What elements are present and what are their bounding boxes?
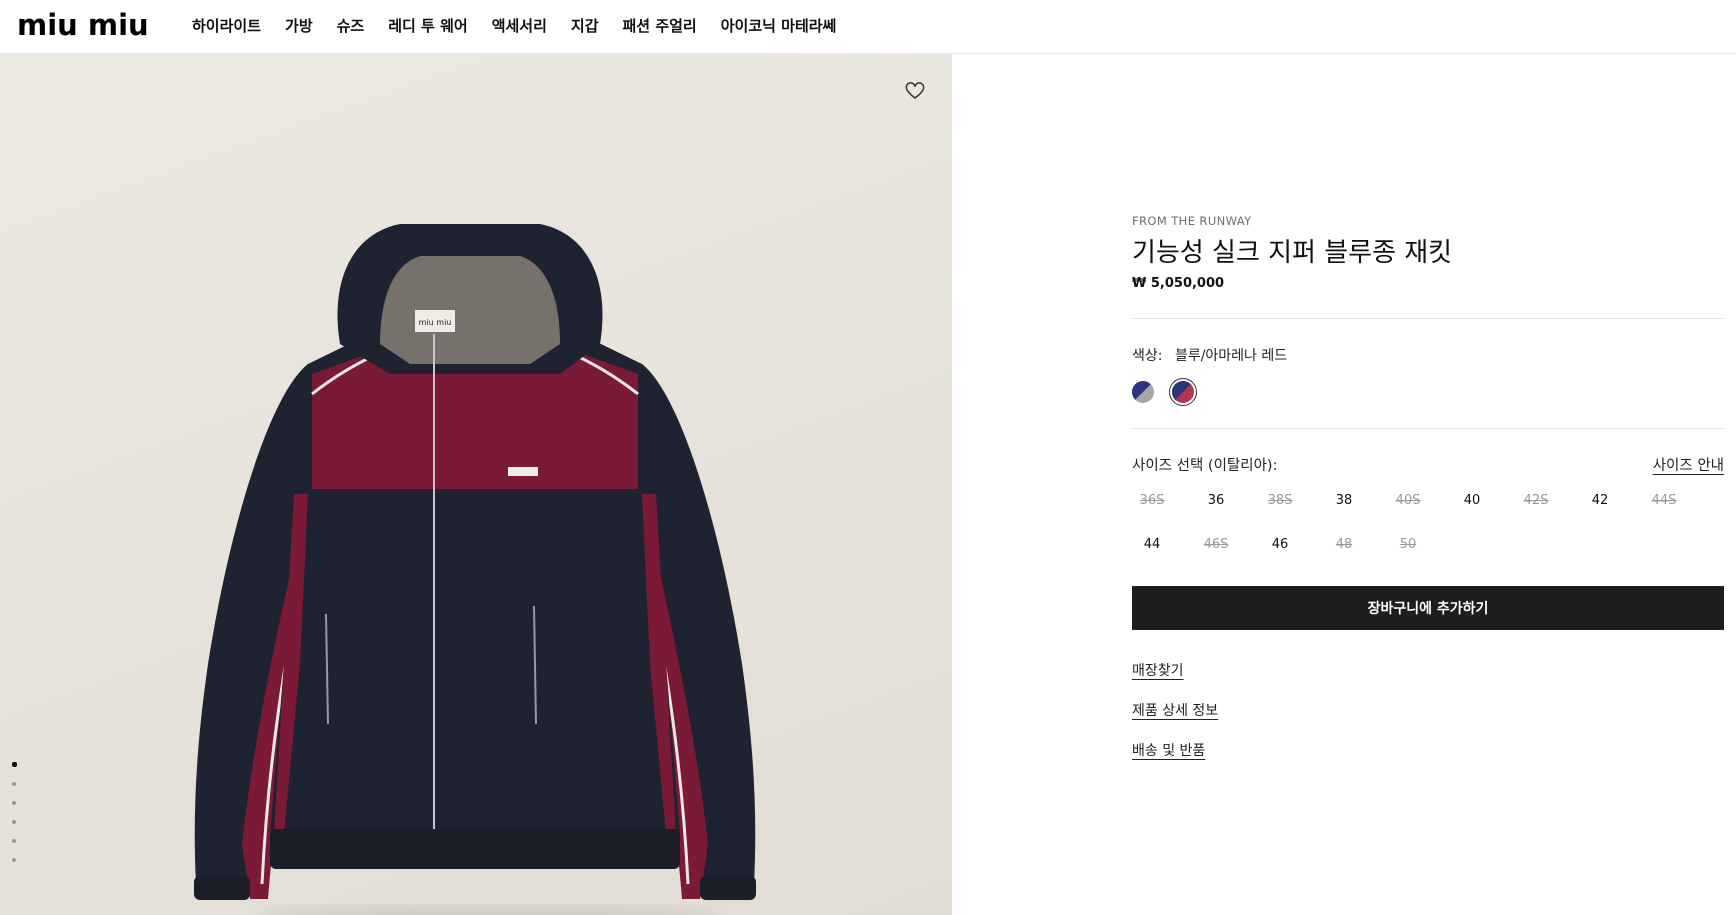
gallery-dot[interactable] xyxy=(12,801,16,805)
product-gallery[interactable]: miu miu xyxy=(0,54,952,915)
gallery-dot[interactable] xyxy=(12,782,16,786)
nav-item-accessories[interactable]: 액세서리 xyxy=(492,16,547,36)
swatch-blue-grey[interactable] xyxy=(1132,381,1154,403)
size-option-44[interactable]: 44 xyxy=(1132,536,1172,554)
gallery-dot[interactable] xyxy=(12,762,17,767)
size-option-36s[interactable]: 36S xyxy=(1132,492,1172,510)
gallery-pagination xyxy=(12,762,17,862)
size-option-48[interactable]: 48 xyxy=(1324,536,1364,554)
nav-item-wallets[interactable]: 지갑 xyxy=(571,16,599,36)
size-option-42[interactable]: 42 xyxy=(1580,492,1620,510)
nav-item-fashion-jewelry[interactable]: 패션 주얼리 xyxy=(623,16,697,36)
size-option-42s[interactable]: 42S xyxy=(1516,492,1556,510)
color-label: 색상: xyxy=(1132,348,1163,364)
site-header: miu miu 하이라이트 가방 슈즈 레디 투 웨어 액세서리 지갑 패션 주… xyxy=(0,0,1736,54)
gallery-dot[interactable] xyxy=(12,820,16,824)
add-to-cart-button[interactable]: 장바구니에 추가하기 xyxy=(1132,586,1724,630)
size-select-label: 사이즈 선택 (이탈리아): xyxy=(1132,458,1278,474)
size-option-38s[interactable]: 38S xyxy=(1260,492,1300,510)
swatch-blue-amarena-red[interactable] xyxy=(1169,378,1197,406)
brand-logo[interactable]: miu miu xyxy=(17,9,149,41)
color-value: 블루/아마레나 레드 xyxy=(1174,348,1288,364)
size-option-36[interactable]: 36 xyxy=(1196,492,1236,510)
product-image: miu miu xyxy=(194,224,756,915)
nav-item-shoes[interactable]: 슈즈 xyxy=(337,16,365,36)
product-details-link[interactable]: 제품 상세 정보 xyxy=(1132,700,1218,720)
size-option-44s[interactable]: 44S xyxy=(1644,492,1684,510)
shipping-returns-link[interactable]: 배송 및 반품 xyxy=(1132,740,1205,760)
gallery-dot[interactable] xyxy=(12,839,16,843)
divider xyxy=(1132,428,1724,429)
product-eyebrow: FROM THE RUNWAY xyxy=(1132,214,1252,228)
store-locator-link[interactable]: 매장찾기 xyxy=(1132,660,1184,680)
color-selection: 색상: 블루/아마레나 레드 xyxy=(1132,345,1287,365)
size-guide-link[interactable]: 사이즈 안내 xyxy=(1653,454,1724,475)
product-title: 기능성 실크 지퍼 블루종 재킷 xyxy=(1132,238,1453,268)
nav-item-highlights[interactable]: 하이라이트 xyxy=(192,16,261,36)
nav-item-iconic-matelasse[interactable]: 아이코닉 마테라쎄 xyxy=(721,16,837,36)
svg-text:miu miu: miu miu xyxy=(419,318,452,327)
size-option-40s[interactable]: 40S xyxy=(1388,492,1428,510)
gallery-dot[interactable] xyxy=(12,858,16,862)
size-option-46[interactable]: 46 xyxy=(1260,536,1300,554)
main-nav: 하이라이트 가방 슈즈 레디 투 웨어 액세서리 지갑 패션 주얼리 아이코닉 … xyxy=(192,16,836,36)
favorite-heart-icon[interactable] xyxy=(903,78,927,102)
size-option-40[interactable]: 40 xyxy=(1452,492,1492,510)
size-option-38[interactable]: 38 xyxy=(1324,492,1364,510)
size-option-46s[interactable]: 46S xyxy=(1196,536,1236,554)
nav-item-ready-to-wear[interactable]: 레디 투 웨어 xyxy=(388,16,467,36)
product-price: ₩ 5,050,000 xyxy=(1132,276,1225,291)
divider xyxy=(1132,318,1724,319)
size-option-50[interactable]: 50 xyxy=(1388,536,1428,554)
nav-item-bags[interactable]: 가방 xyxy=(285,16,313,36)
